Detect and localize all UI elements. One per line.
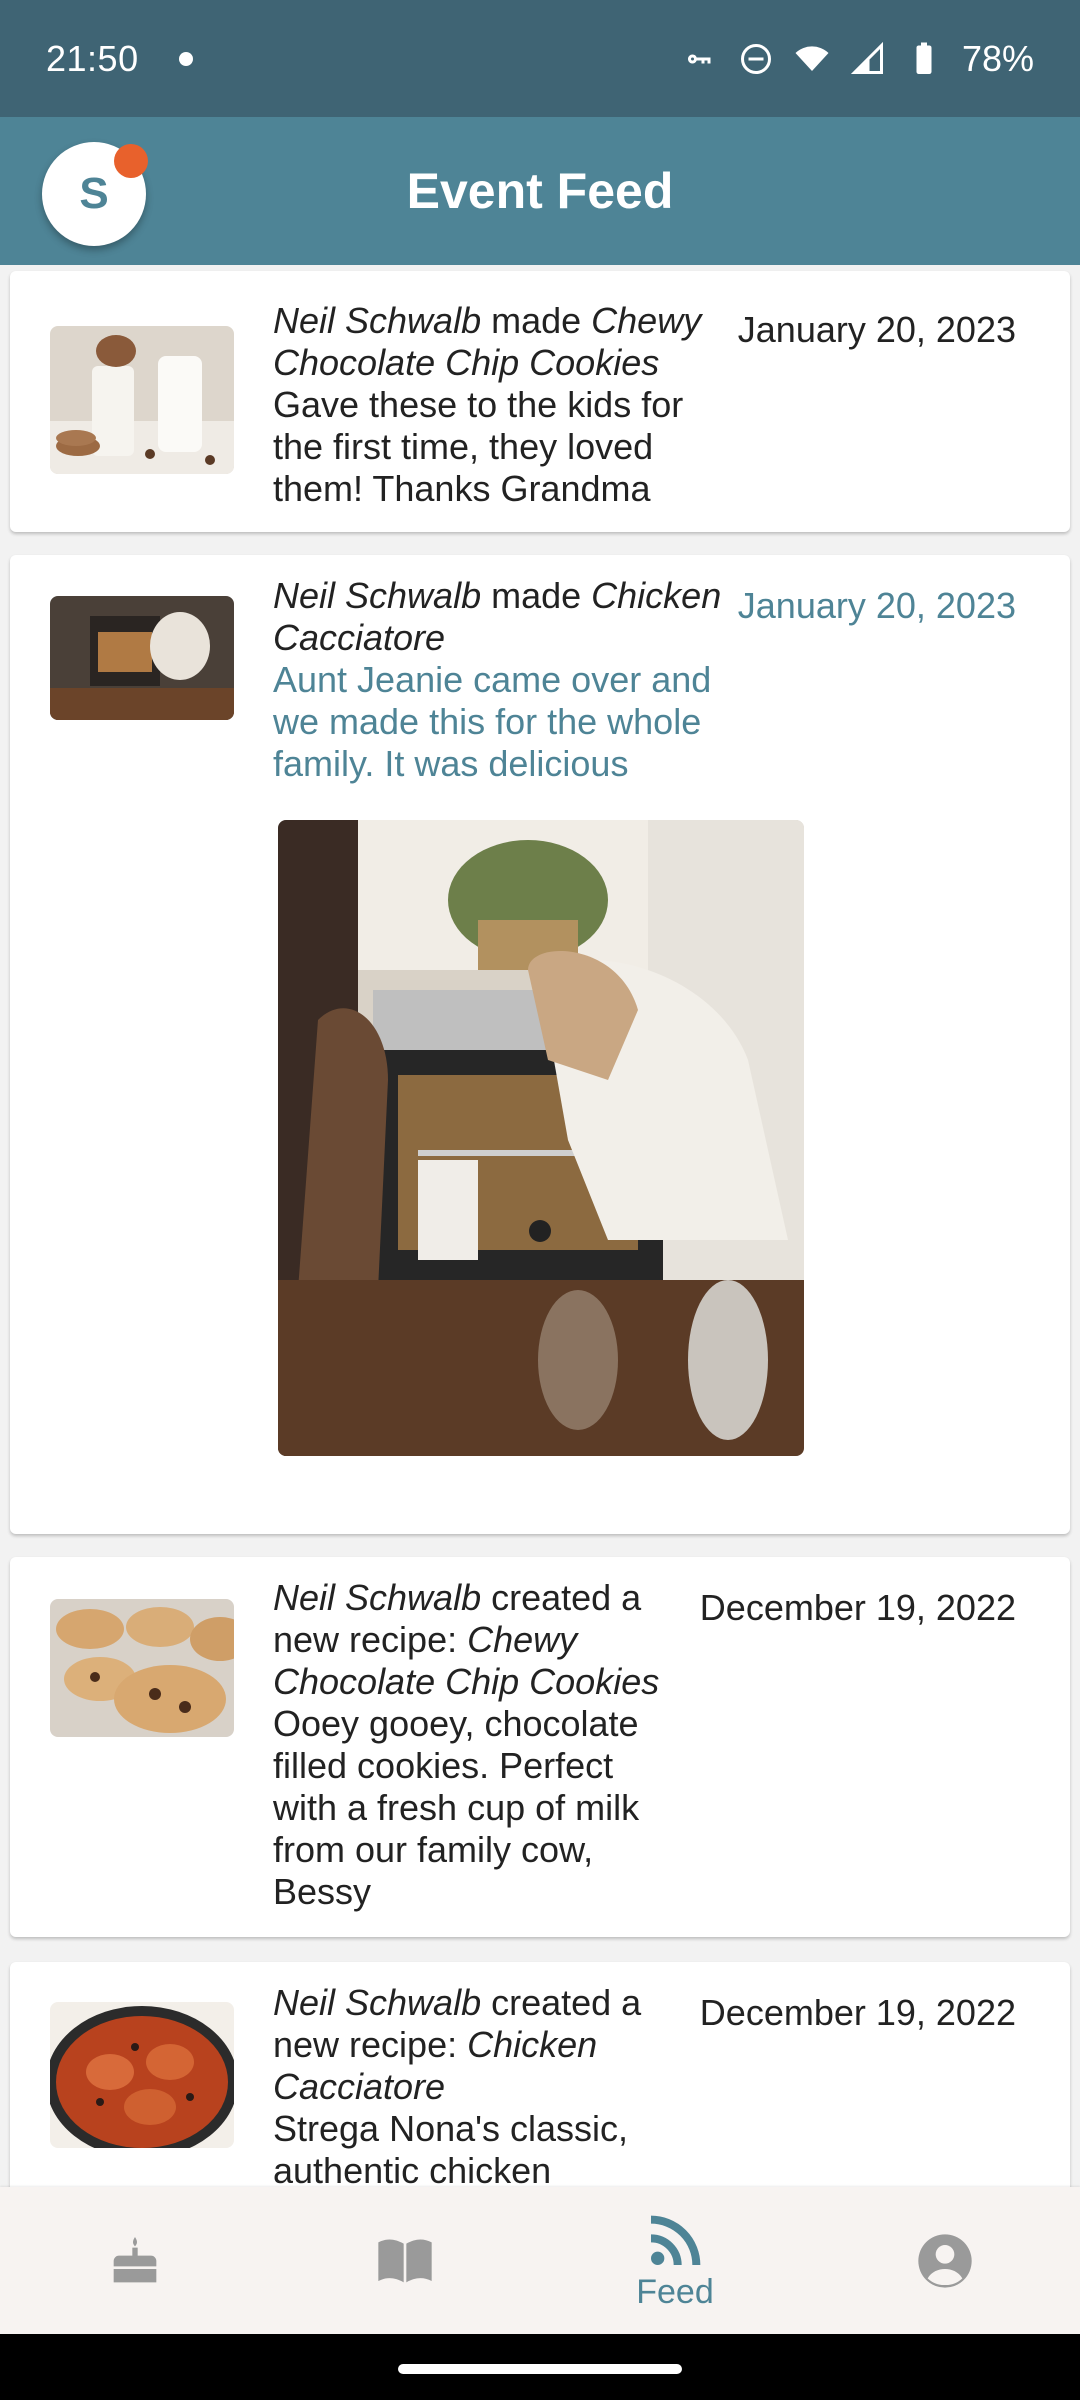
- caption: Aunt Jeanie came over and we made this f…: [273, 659, 712, 784]
- do-not-disturb-icon: [740, 43, 771, 74]
- vpn-key-icon: [687, 53, 711, 63]
- account-icon: [918, 2233, 972, 2288]
- system-gesture-area: [0, 2334, 1080, 2400]
- feed-item-date: January 20, 2023: [737, 309, 1016, 350]
- event-feed-list[interactable]: Neil Schwalb made Chewy Chocolate Chip C…: [0, 265, 1080, 2187]
- notification-badge: [114, 144, 148, 178]
- feed-icon: [650, 2215, 701, 2266]
- carousel-page-indicator: [529, 1220, 551, 1242]
- avatar-letter: S: [79, 169, 109, 218]
- feed-item-date: December 19, 2022: [699, 1992, 1016, 2033]
- caption: Gave these to the kids for the first tim…: [273, 384, 684, 509]
- feed-item-text: Neil Schwalb created a new recipe: Chewy…: [273, 1577, 673, 1913]
- feed-item[interactable]: Neil Schwalb created a new recipe: Chewy…: [10, 1557, 1070, 1937]
- cookies-thumbnail: [50, 1599, 234, 1737]
- battery-icon: [916, 42, 932, 74]
- oven-baking-thumbnail: [50, 596, 234, 720]
- chicken-cacciatore-thumbnail: [50, 2002, 234, 2148]
- user-name: Neil Schwalb: [273, 1982, 482, 2023]
- feed-item-text: Neil Schwalb made Chicken Cacciatore Aun…: [273, 575, 733, 785]
- battery-percent: 78%: [961, 37, 1034, 79]
- action-text: made: [481, 300, 592, 341]
- status-icons: 78%: [682, 38, 1034, 80]
- feed-item-text: Neil Schwalb created a new recipe: Chick…: [273, 1982, 673, 2187]
- nav-item-profile[interactable]: [810, 2187, 1080, 2334]
- status-time: 21:50: [46, 37, 139, 79]
- bottom-navigation: Feed: [0, 2187, 1080, 2334]
- feed-item[interactable]: Neil Schwalb created a new recipe: Chick…: [10, 1962, 1070, 2187]
- notification-dot-icon: [178, 51, 193, 66]
- nav-item-recipes[interactable]: [270, 2187, 540, 2334]
- caption: Strega Nona's classic, authentic chicken: [273, 2108, 629, 2187]
- user-name: Neil Schwalb: [273, 300, 482, 341]
- feed-item-text: Neil Schwalb made Chewy Chocolate Chip C…: [273, 300, 733, 510]
- cake-icon: [113, 2236, 157, 2282]
- status-bar: 21:50 78%: [0, 0, 1080, 117]
- feed-item-date: January 20, 2023: [737, 585, 1016, 626]
- app-bar: S Event Feed: [0, 117, 1080, 265]
- action-text: made: [481, 575, 592, 616]
- feed-item-date: December 19, 2022: [699, 1587, 1016, 1628]
- caption: Ooey gooey, chocolate filled cookies. Pe…: [273, 1703, 640, 1912]
- avatar-button[interactable]: S: [42, 142, 148, 246]
- page-title: Event Feed: [406, 163, 674, 219]
- user-name: Neil Schwalb: [273, 575, 482, 616]
- cookies-milk-thumbnail: [50, 326, 234, 474]
- home-gesture-handle[interactable]: [398, 2364, 682, 2374]
- wifi-icon: [795, 45, 829, 71]
- user-name: Neil Schwalb: [273, 1577, 482, 1618]
- feed-item[interactable]: Neil Schwalb made Chewy Chocolate Chip C…: [10, 271, 1070, 532]
- cell-signal-icon: [850, 41, 883, 74]
- nav-item-events[interactable]: [0, 2187, 270, 2334]
- recipe-book-icon: [378, 2238, 432, 2282]
- nav-item-feed[interactable]: Feed: [540, 2187, 810, 2334]
- event-photo[interactable]: [278, 820, 804, 1456]
- nav-label-feed: Feed: [636, 2273, 714, 2311]
- feed-item[interactable]: Neil Schwalb made Chicken Cacciatore Aun…: [10, 555, 1070, 1534]
